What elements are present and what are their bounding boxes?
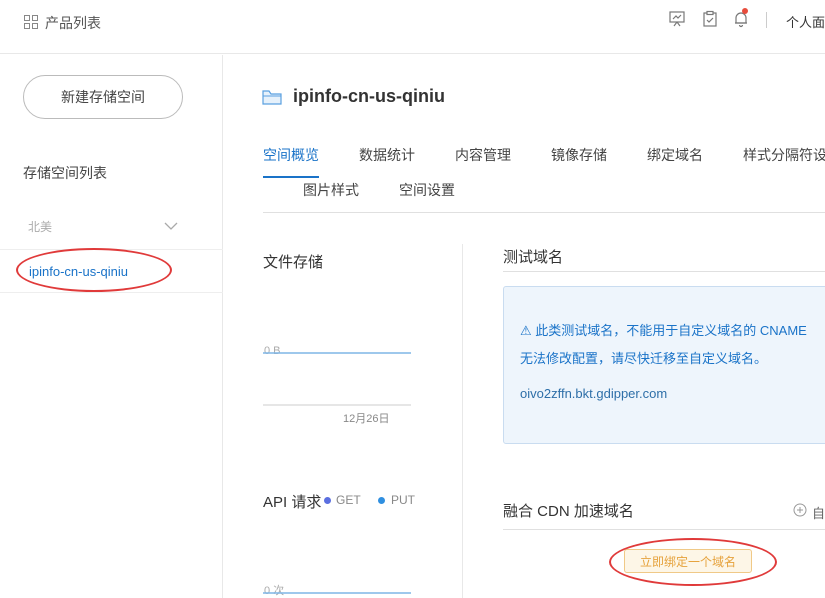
breadcrumb-product-list[interactable]: 产品列表 (45, 13, 101, 33)
page-title: ipinfo-cn-us-qiniu (293, 86, 445, 106)
highlight-circle-bucket (16, 248, 172, 292)
api-chart: 0 次 (263, 583, 411, 597)
notice-warning-text: ⚠ 此类测试域名，不能用于自定义域名的 CNAME (520, 323, 807, 338)
legend-put-dot (378, 497, 385, 504)
test-domain-title: 测试域名 (503, 249, 564, 266)
tab-style-separator[interactable]: 样式分隔符设 (743, 145, 825, 165)
sidebar: 新建存储空间 存储空间列表 北美 ipinfo-cn-us-qiniu (0, 55, 223, 598)
notice-migrate-text: 无法修改配置，请尽快迁移至自定义域名。 (520, 351, 768, 366)
column-divider (462, 244, 463, 598)
legend-get-label: GET (336, 493, 361, 507)
user-center-link[interactable]: 个人面 (786, 12, 825, 31)
storage-value-label: 0 B (264, 345, 281, 357)
test-domain-value[interactable]: oivo2zffn.bkt.gdipper.com (520, 386, 667, 401)
cdn-domain-title: 融合 CDN 加速域名 (503, 503, 634, 520)
storage-title: 文件存储 (263, 254, 324, 271)
test-domain-notice: ⚠ 此类测试域名，不能用于自定义域名的 CNAME 无法修改配置，请尽快迁移至自… (503, 286, 825, 444)
legend-put-label: PUT (391, 493, 415, 507)
new-bucket-button[interactable]: 新建存储空间 (23, 75, 183, 119)
tab-image-style[interactable]: 图片样式 (303, 180, 359, 200)
notification-dot (742, 8, 748, 14)
test-domain-divider (503, 271, 825, 272)
active-tab-indicator (263, 176, 319, 178)
tab-content-management[interactable]: 内容管理 (455, 145, 511, 165)
cdn-domain-divider (503, 529, 825, 530)
bucket-folder-icon (262, 90, 282, 105)
chevron-down-icon[interactable] (164, 221, 178, 231)
storage-date-tick: 12月26日 (343, 413, 389, 425)
tab-mirror-storage[interactable]: 镜像存储 (551, 145, 607, 165)
api-value-label: 0 次 (264, 583, 284, 597)
product-grid-icon[interactable] (24, 15, 38, 29)
tab-bind-domain[interactable]: 绑定域名 (647, 145, 703, 165)
presentation-chart-icon[interactable] (668, 10, 686, 28)
clipboard-check-icon[interactable] (701, 10, 719, 28)
add-domain-link[interactable]: 自 (812, 503, 825, 522)
top-bar: 产品列表 个人面 (0, 0, 825, 54)
tab-bucket-settings[interactable]: 空间设置 (399, 180, 455, 200)
storage-chart: 0 B 12月26日 (263, 345, 411, 425)
tab-overview[interactable]: 空间概览 (263, 145, 319, 165)
add-circle-icon[interactable] (793, 503, 807, 517)
region-selector-label[interactable]: 北美 (28, 218, 52, 235)
tab-bar-divider (263, 212, 825, 213)
api-requests-title: API 请求 (263, 494, 322, 511)
legend-get-dot (324, 497, 331, 504)
header-divider (766, 12, 767, 28)
tab-statistics[interactable]: 数据统计 (359, 145, 415, 165)
highlight-circle-bind (609, 538, 777, 586)
bucket-list-title: 存储空间列表 (23, 165, 107, 181)
